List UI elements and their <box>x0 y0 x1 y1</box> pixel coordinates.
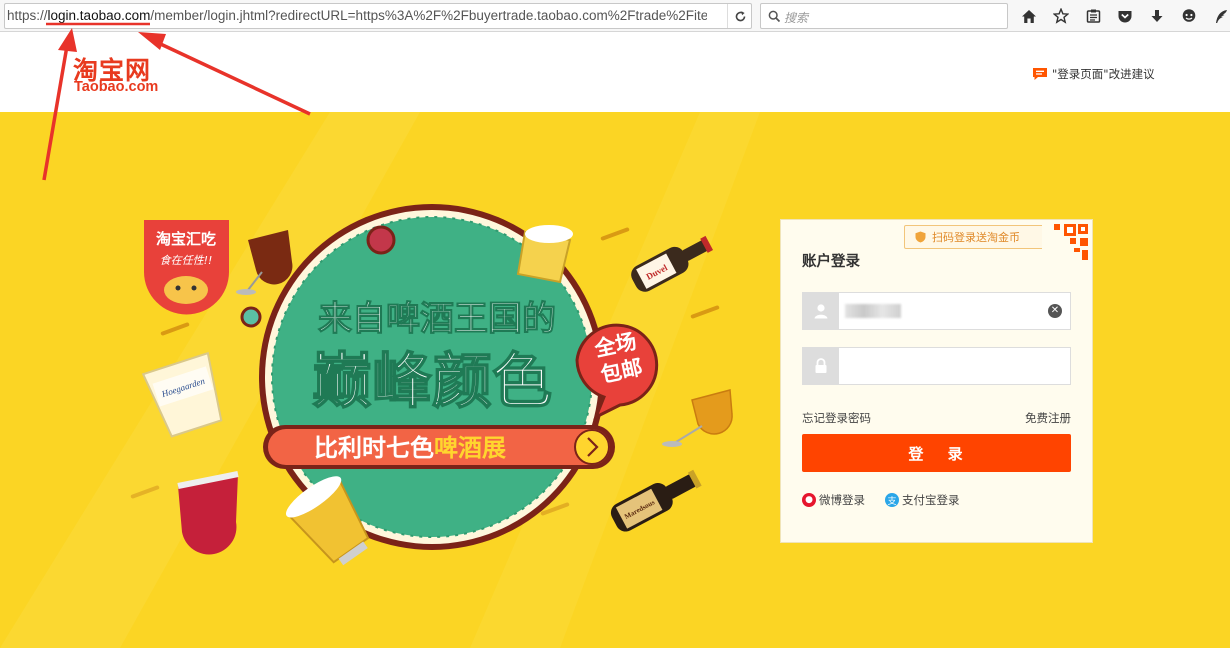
search-placeholder: 搜索 <box>784 11 809 25</box>
feather-button[interactable] <box>1208 5 1230 27</box>
pocket-button[interactable] <box>1112 5 1138 27</box>
weibo-login-text: 微博登录 <box>819 493 865 507</box>
search-bar[interactable]: 搜索 <box>760 3 1008 29</box>
weibo-login-link[interactable]: ● 微博登录 <box>802 492 865 508</box>
login-button[interactable]: 登 录 <box>802 434 1071 472</box>
weibo-icon: ● <box>802 493 816 507</box>
tulip-glass-image <box>662 389 733 447</box>
qr-code-icon[interactable] <box>1042 220 1092 270</box>
username-field[interactable]: ✕ <box>802 292 1071 330</box>
password-field[interactable] <box>802 347 1071 385</box>
star-icon <box>1053 8 1069 24</box>
feedback-link[interactable]: "登录页面"改进建议 <box>1032 66 1155 82</box>
url-path: /member/login.jhtml?redirectURL=https%3A… <box>150 8 707 23</box>
forgot-password-link[interactable]: 忘记登录密码 <box>802 411 871 425</box>
taobao-logo-en[interactable]: Taobao.com <box>74 79 158 95</box>
reading-list-button[interactable] <box>1080 5 1106 27</box>
alipay-icon: 支 <box>885 493 899 507</box>
url-text[interactable]: https://login.taobao.com/member/login.jh… <box>7 8 707 23</box>
browser-toolbar: https://login.taobao.com/member/login.jh… <box>0 0 1230 32</box>
download-button[interactable] <box>1144 5 1170 27</box>
download-icon <box>1151 9 1163 22</box>
pocket-icon <box>1118 10 1132 22</box>
chat-button[interactable] <box>1176 5 1202 27</box>
home-button[interactable] <box>1016 5 1042 27</box>
url-domain: login.taobao.com <box>47 8 151 23</box>
masked-username <box>845 304 901 318</box>
password-input[interactable] <box>843 354 1043 378</box>
reading-list-icon <box>1086 9 1100 23</box>
subline-a: 比利时七色 <box>314 434 434 462</box>
subline-b: 啤酒展 <box>434 434 506 462</box>
site-header: 淘宝网 Taobao.com "登录页面"改进建议 <box>0 33 1230 112</box>
feedback-text: "登录页面"改进建议 <box>1052 67 1155 81</box>
subline: 比利时七色啤酒展 <box>314 434 506 462</box>
clear-input-icon[interactable]: ✕ <box>1048 304 1062 318</box>
user-icon <box>803 293 839 329</box>
reload-button[interactable] <box>727 4 753 28</box>
qr-tip-text: 扫码登录送淘金币 <box>932 231 1020 244</box>
promo-artwork[interactable]: 来自啤酒王国的 巅峰颜色 比利时七色啤酒展 全场 包邮 淘宝汇吃 食在任性!! <box>0 112 780 648</box>
shield-icon <box>915 231 926 243</box>
address-bar[interactable]: https://login.taobao.com/member/login.jh… <box>4 3 752 29</box>
search-icon <box>768 10 781 23</box>
alipay-login-link[interactable]: 支 支付宝登录 <box>885 492 960 508</box>
badge-slogan: 食在任性!! <box>160 254 213 267</box>
lock-icon <box>803 348 839 384</box>
alipay-login-text: 支付宝登录 <box>902 493 960 507</box>
login-title: 账户登录 <box>802 254 860 270</box>
comment-icon <box>1033 68 1047 80</box>
chat-icon <box>1182 9 1196 22</box>
bookmark-button[interactable] <box>1048 5 1074 27</box>
register-link[interactable]: 免费注册 <box>1025 410 1071 426</box>
headline-2: 巅峰颜色 <box>312 347 552 417</box>
reload-icon <box>735 10 746 21</box>
home-icon <box>1022 9 1036 23</box>
red-beer-glass-image <box>177 471 239 555</box>
headline-1: 来自啤酒王国的 <box>318 299 556 339</box>
qr-login-tip[interactable]: 扫码登录送淘金币 <box>904 225 1044 249</box>
feather-icon <box>1216 9 1227 23</box>
login-panel: 扫码登录送淘金币 账户登录 ✕ 忘记登录密码 免费注册 登 录 ● 微博登录 支… <box>780 219 1093 543</box>
badge-title: 淘宝汇吃 <box>155 230 216 248</box>
url-prefix: https:// <box>7 8 48 23</box>
